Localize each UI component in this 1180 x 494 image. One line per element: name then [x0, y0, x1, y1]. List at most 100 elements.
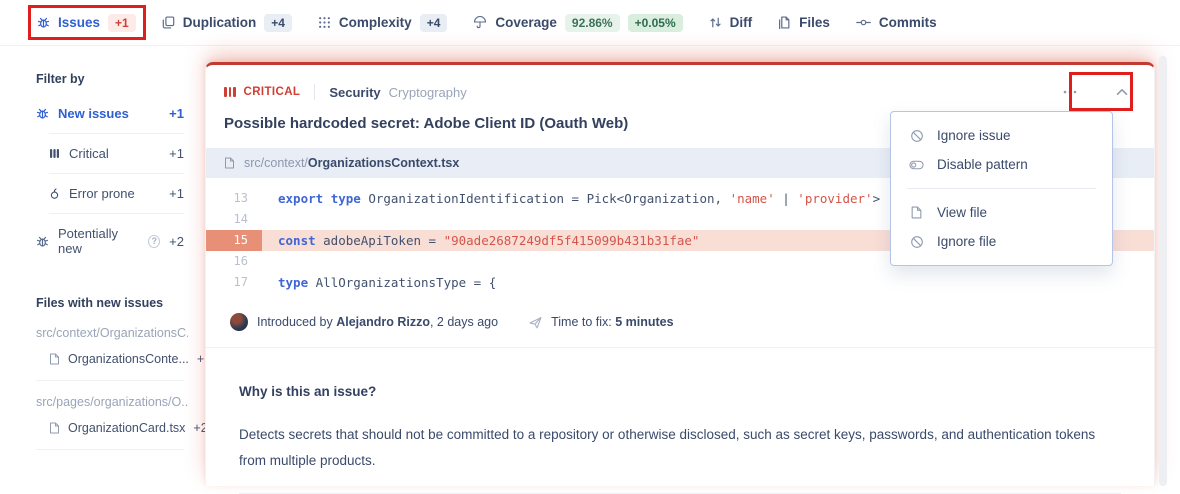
grid-icon [318, 16, 331, 29]
filter-label: Error prone [69, 186, 135, 201]
complexity-count-badge: +4 [420, 14, 448, 32]
tab-label: Commits [879, 15, 937, 30]
filter-count: +2 [169, 234, 184, 249]
divider [36, 380, 184, 381]
menu-item-label: Disable pattern [937, 157, 1028, 172]
filter-error-prone[interactable]: Error prone +1 [36, 186, 184, 201]
toggle-icon [909, 160, 924, 170]
coverage-value-badge: 92.86% [565, 14, 620, 32]
severity-bars-icon [224, 87, 236, 97]
tab-coverage[interactable]: Coverage 92.86% +0.05% [473, 14, 682, 32]
tab-issues[interactable]: Issues +1 [37, 14, 136, 32]
avatar [230, 313, 248, 331]
file-group-dir[interactable]: src/pages/organizations/O... [36, 395, 188, 409]
filter-potentially-new[interactable]: Potentially new ? +2 [36, 226, 184, 256]
ban-icon [909, 129, 924, 143]
tab-duplication[interactable]: Duplication +4 [162, 14, 292, 32]
rocket-icon [529, 316, 542, 329]
tab-files[interactable]: Files [778, 15, 830, 30]
bug-icon [36, 107, 49, 120]
filter-label: New issues [58, 106, 129, 121]
filter-count: +1 [169, 146, 184, 161]
line-number: 13 [206, 188, 262, 209]
scrollbar[interactable] [1159, 56, 1167, 486]
tab-label: Coverage [495, 15, 557, 30]
file-icon [49, 353, 60, 365]
introduced-by-text: Introduced by Alejandro Rizzo, 2 days ag… [257, 315, 498, 329]
filter-sidebar: Filter by New issues +1 Critical +1 Erro… [0, 46, 205, 486]
issues-count-badge: +1 [108, 14, 136, 32]
line-number: 17 [206, 272, 262, 293]
file-path-dir: src/context/ [244, 156, 308, 170]
divider [49, 133, 184, 134]
ban-icon [909, 235, 924, 249]
issue-subcategory: Cryptography [389, 85, 467, 100]
commits-icon [856, 16, 871, 29]
file-icon [909, 206, 924, 219]
collapse-chevron-up-icon[interactable] [1112, 84, 1132, 100]
severity-label: CRITICAL [244, 86, 301, 98]
filter-critical[interactable]: Critical +1 [36, 146, 184, 161]
bug-icon [37, 16, 50, 29]
menu-item-ignore-file[interactable]: Ignore file [891, 227, 1112, 256]
code-line: 17 type AllOrganizationsType = { [206, 272, 1154, 293]
tab-complexity[interactable]: Complexity +4 [318, 14, 447, 32]
menu-item-label: Ignore issue [937, 128, 1011, 143]
severity-bars-icon [49, 148, 60, 159]
menu-item-label: View file [937, 205, 987, 220]
issue-category: Security [329, 85, 380, 100]
issue-explanation: Why is this an issue? Detects secrets th… [206, 348, 1154, 494]
copy-icon [162, 16, 175, 29]
coverage-delta-badge: +0.05% [628, 14, 683, 32]
filter-count: +1 [169, 186, 184, 201]
divider [36, 449, 184, 450]
author-name: Alejandro Rizzo [336, 315, 430, 329]
file-item[interactable]: OrganizationsConte... +1 [36, 352, 186, 366]
file-path-name: OrganizationsContext.tsx [308, 156, 459, 170]
tab-label: Complexity [339, 15, 412, 30]
error-prone-icon [49, 188, 60, 200]
menu-item-disable-pattern[interactable]: Disable pattern [891, 150, 1112, 179]
filter-count: +1 [169, 106, 184, 121]
file-icon [49, 422, 60, 434]
diff-icon [709, 16, 722, 29]
tab-commits[interactable]: Commits [856, 15, 937, 30]
filter-new-issues[interactable]: New issues +1 [36, 106, 184, 121]
tab-diff[interactable]: Diff [709, 15, 753, 30]
files-with-new-issues-title: Files with new issues [36, 296, 205, 310]
menu-item-label: Ignore file [937, 234, 996, 249]
context-menu: Ignore issue Disable pattern View file I… [890, 111, 1113, 266]
filter-label: Potentially new [58, 226, 137, 256]
tab-label: Diff [730, 15, 753, 30]
divider [49, 173, 184, 174]
line-number: 14 [206, 209, 262, 230]
umbrella-icon [473, 16, 487, 29]
filter-label: Critical [69, 146, 109, 161]
menu-item-view-file[interactable]: View file [891, 198, 1112, 227]
file-group-dir[interactable]: src/context/OrganizationsC... [36, 326, 188, 340]
tab-label: Files [799, 15, 830, 30]
menu-item-ignore-issue[interactable]: Ignore issue [891, 121, 1112, 150]
divider [907, 188, 1096, 189]
divider [49, 213, 184, 214]
help-icon[interactable]: ? [148, 235, 160, 248]
filter-by-title: Filter by [36, 72, 205, 86]
time-to-fix: Time to fix: 5 minutes [529, 315, 674, 329]
file-name: OrganizationCard.tsx [68, 421, 185, 435]
file-icon [224, 157, 235, 169]
why-title: Why is this an issue? [239, 384, 1121, 399]
duplication-count-badge: +4 [264, 14, 292, 32]
issue-meta-row: Introduced by Alejandro Rizzo, 2 days ag… [206, 301, 1154, 348]
file-item[interactable]: OrganizationCard.tsx +2 [36, 421, 186, 435]
divider [314, 84, 315, 100]
files-icon [778, 16, 791, 29]
bug-icon [36, 235, 49, 248]
tab-label: Duplication [183, 15, 257, 30]
severity-badge: CRITICAL [224, 86, 300, 98]
line-number: 15 [206, 230, 262, 251]
kebab-menu-button[interactable] [1058, 82, 1082, 102]
fix-time-value: 5 minutes [615, 315, 673, 329]
file-name: OrganizationsConte... [68, 352, 189, 366]
line-number: 16 [206, 251, 262, 272]
why-text: Detects secrets that should not be commi… [239, 422, 1121, 474]
